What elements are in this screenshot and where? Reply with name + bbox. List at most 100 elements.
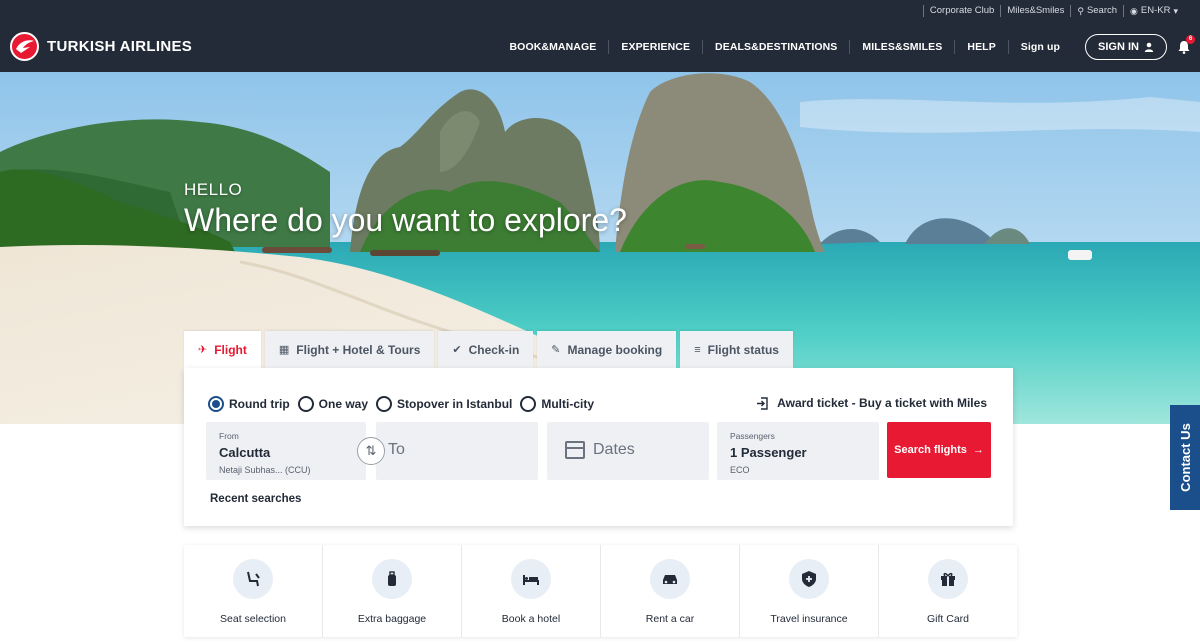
from-airport: Netaji Subhas... (CCU) (219, 465, 311, 475)
tab-flight-label: Flight (214, 342, 247, 357)
radio-multi-city[interactable]: Multi-city (520, 396, 594, 412)
nav-help[interactable]: HELP (954, 40, 1007, 54)
main-navbar: TURKISH AIRLINES BOOK&MANAGE EXPERIENCE … (0, 22, 1200, 72)
nav-miles-smiles[interactable]: MILES&SMILES (849, 40, 954, 54)
service-rent-car[interactable]: Rent a car (600, 545, 739, 637)
calendar-icon (565, 441, 585, 459)
miles-smiles-label: Miles&Smiles (1007, 5, 1065, 16)
nav-sign-up[interactable]: Sign up (1007, 40, 1072, 54)
swap-airports-button[interactable]: ⇅ (357, 437, 385, 465)
to-field[interactable]: To (376, 422, 538, 480)
primary-nav: BOOK&MANAGE EXPERIENCE DEALS&DESTINATION… (498, 22, 1073, 72)
corporate-club-label: Corporate Club (929, 5, 995, 16)
radio-unchecked-icon (297, 396, 314, 412)
tab-manage-booking-label: Manage booking (567, 342, 663, 357)
from-value: Calcutta (219, 445, 271, 460)
radio-one-way-label: One way (318, 397, 369, 411)
search-flights-button[interactable]: Search flights → (887, 422, 991, 478)
radio-unchecked-icon (376, 396, 393, 412)
nav-book-manage[interactable]: BOOK&MANAGE (498, 40, 609, 54)
utility-links: Corporate Club Miles&Smiles ⚲ Search ◉ EN-… (922, 0, 1184, 22)
radio-multi-city-label: Multi-city (541, 397, 595, 411)
service-gift-card-label: Gift Card (926, 613, 969, 625)
radio-stopover-label: Stopover in Istanbul (397, 397, 513, 411)
service-seat-selection[interactable]: Seat selection (184, 545, 322, 637)
airplane-icon: ✈ (198, 344, 208, 356)
radio-checked-icon (208, 396, 224, 412)
utility-bar: Corporate Club Miles&Smiles ⚲ Search ◉ EN-… (0, 0, 1200, 22)
passengers-field[interactable]: Passengers 1 Passenger ECO (717, 422, 879, 480)
award-ticket-label: Award ticket - Buy a ticket with Miles (777, 396, 987, 410)
cabin-class: ECO (730, 465, 750, 475)
to-placeholder: To (388, 441, 405, 458)
tab-check-in-label: Check-in (468, 342, 520, 357)
search-link[interactable]: ⚲ Search (1070, 5, 1123, 17)
gift-icon (928, 559, 968, 599)
flight-search-panel: Round trip One way Stopover in Istanbul … (184, 368, 1013, 526)
tab-manage-booking[interactable]: ✎ Manage booking (537, 331, 677, 368)
globe-icon: ◉ (1130, 6, 1138, 16)
recent-searches-link[interactable]: Recent searches (210, 493, 301, 505)
sign-in-button[interactable]: SIGN IN (1085, 34, 1167, 60)
nav-deals-destinations[interactable]: DEALS&DESTINATIONS (702, 40, 849, 54)
service-extra-baggage-label: Extra baggage (357, 613, 427, 625)
search-flights-label: Search flights (894, 444, 967, 456)
check-in-icon: ✔ (452, 344, 462, 356)
from-label: From (219, 431, 239, 441)
tab-flight-status[interactable]: ≡ Flight status (680, 331, 793, 368)
service-gift-card[interactable]: Gift Card (878, 545, 1017, 637)
tab-flight-hotel-tours[interactable]: ▦ Flight + Hotel & Tours (264, 331, 435, 368)
tab-flight[interactable]: ✈ Flight (184, 331, 261, 368)
tab-flight-status-label: Flight status (707, 342, 779, 357)
service-travel-insurance[interactable]: Travel insurance (739, 545, 878, 637)
brand-logo[interactable]: TURKISH AIRLINES (10, 32, 192, 61)
hero-greeting: HELLO (184, 180, 243, 199)
user-icon (1144, 42, 1154, 52)
corporate-club-link[interactable]: Corporate Club (922, 5, 1000, 17)
radio-stopover-istanbul[interactable]: Stopover in Istanbul (376, 396, 512, 412)
award-ticket-link[interactable]: Award ticket - Buy a ticket with Miles (756, 396, 987, 410)
passengers-label: Passengers (730, 431, 775, 441)
seat-icon (233, 559, 273, 599)
search-icon: ⚲ (1077, 6, 1084, 16)
nav-experience[interactable]: EXPERIENCE (608, 40, 702, 54)
car-icon (650, 559, 690, 599)
service-rent-car-label: Rent a car (645, 613, 695, 625)
trip-type-options: Round trip One way Stopover in Istanbul … (208, 396, 594, 412)
miles-smiles-link[interactable]: Miles&Smiles (1000, 5, 1070, 17)
turkish-airlines-logo-icon (10, 32, 39, 61)
brand-name: TURKISH AIRLINES (47, 38, 193, 55)
notification-count-badge: 6 (1186, 35, 1195, 44)
service-book-hotel-label: Book a hotel (501, 613, 561, 625)
arrow-right-icon: → (972, 444, 984, 456)
booking-tabs: ✈ Flight ▦ Flight + Hotel & Tours ✔ Chec… (184, 331, 793, 368)
flight-status-icon: ≡ (694, 343, 701, 356)
hero-headline: Where do you want to explore? (184, 202, 627, 238)
sign-in-label: SIGN IN (1098, 41, 1139, 53)
sign-in-arrow-icon (757, 396, 768, 410)
manage-booking-icon: ✎ (551, 344, 561, 356)
tab-flight-hotel-tours-label: Flight + Hotel & Tours (296, 342, 421, 357)
shield-icon (789, 559, 829, 599)
contact-us-label: Contact Us (1177, 423, 1193, 492)
language-selector[interactable]: ◉ EN-KR ▾ (1123, 5, 1184, 17)
caret-down-icon: ▾ (1173, 6, 1178, 16)
radio-round-trip-label: Round trip (229, 397, 290, 411)
passengers-value: 1 Passenger (730, 445, 807, 460)
service-seat-selection-label: Seat selection (220, 613, 286, 625)
dates-placeholder: Dates (593, 441, 635, 458)
tab-check-in[interactable]: ✔ Check-in (438, 331, 534, 368)
service-extra-baggage[interactable]: Extra baggage (322, 545, 461, 637)
contact-us-tab[interactable]: Contact Us (1170, 405, 1200, 510)
baggage-icon (372, 559, 412, 599)
service-book-hotel[interactable]: Book a hotel (461, 545, 600, 637)
additional-services: Seat selection Extra baggage Book a hote… (184, 545, 1017, 637)
swap-icon: ⇅ (365, 443, 377, 458)
dates-field[interactable]: Dates (547, 422, 709, 480)
search-label: Search (1086, 5, 1118, 16)
radio-round-trip[interactable]: Round trip (208, 396, 290, 412)
bed-icon (511, 559, 551, 599)
radio-one-way[interactable]: One way (297, 396, 369, 412)
from-field[interactable]: From Calcutta Netaji Subhas... (CCU) (206, 422, 366, 480)
building-icon: ▦ (278, 344, 290, 356)
